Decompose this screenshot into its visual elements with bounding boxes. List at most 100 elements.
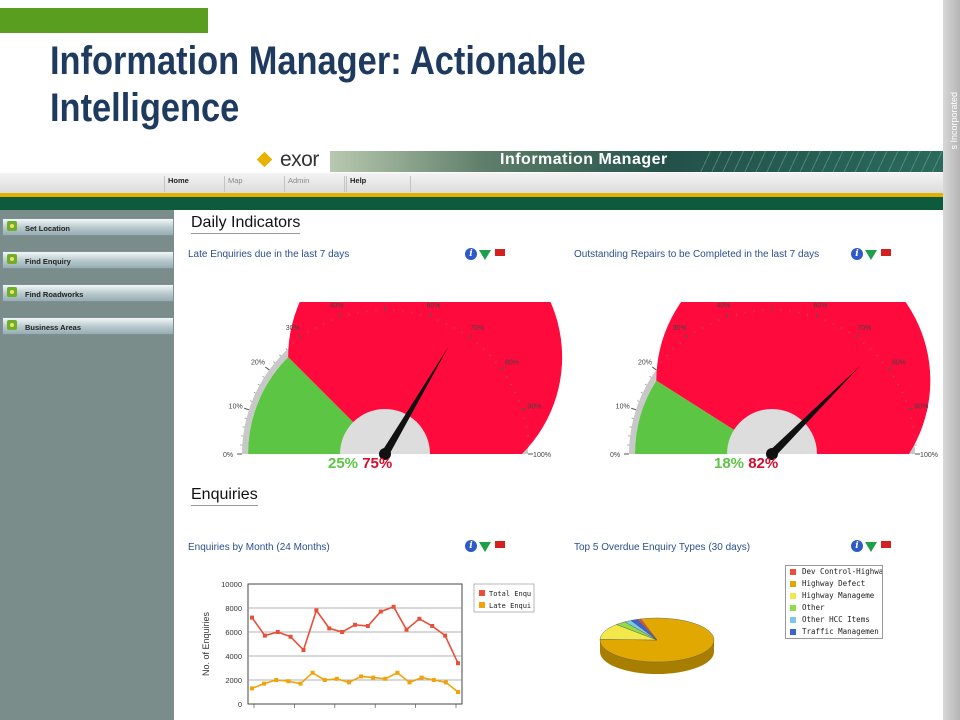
gauge-2-red-pct: 82%	[748, 455, 779, 472]
section-title-enquiries: Enquiries	[191, 486, 258, 506]
info-icon[interactable]: i	[465, 248, 477, 260]
gauge-minor-tick	[250, 400, 253, 402]
data-point	[274, 678, 279, 682]
header-divider	[0, 197, 943, 210]
legend-item: Other HCC Items	[786, 614, 882, 626]
gauge-1-title: Late Enquiries due in the last 7 days	[188, 249, 350, 260]
banner-pattern	[700, 151, 943, 172]
line-chart-legend: Total Enqu Late Enqui	[473, 583, 535, 613]
data-point	[262, 681, 267, 686]
gauge-minor-tick	[644, 383, 647, 386]
data-point	[443, 633, 448, 638]
gauge-tick-label: 60%	[427, 303, 441, 310]
gauge-tick-label: 30%	[673, 325, 687, 332]
sidebar-item-label: Find Roadworks	[25, 290, 84, 299]
sidebar-item-label: Set Location	[25, 224, 71, 233]
gauge-minor-tick	[649, 376, 652, 378]
pie-legend: Dev Control-Highwa Highway Defect Highway …	[785, 565, 883, 639]
sidebar-item-find-enquiry[interactable]: Find Enquiry	[2, 251, 174, 269]
app-banner: exor Information Manager	[0, 148, 943, 173]
gauge-tick-label: 40%	[329, 303, 343, 310]
sidebar: Set Location Find Enquiry Find Roadworks…	[0, 210, 174, 720]
sidebar-item-label: Find Enquiry	[25, 257, 71, 266]
folder-icon	[7, 287, 17, 297]
legend-swatch	[790, 605, 796, 611]
gauge-minor-tick	[273, 361, 276, 364]
folder-icon	[7, 254, 17, 264]
data-point	[353, 622, 357, 627]
info-icon[interactable]: i	[851, 248, 863, 260]
gauge-2-green-pct: 18%	[714, 455, 745, 472]
data-point	[359, 674, 364, 679]
data-point	[298, 681, 303, 686]
flag-icon[interactable]	[881, 541, 891, 548]
y-tick-label: 2000	[225, 676, 242, 685]
sidebar-item-set-location[interactable]: Set Location	[2, 218, 174, 236]
gauge-1-green-pct: 25%	[328, 455, 359, 472]
gauge-tick-label: 90%	[914, 403, 928, 410]
data-point	[443, 680, 448, 685]
y-tick-label: 4000	[225, 652, 242, 661]
gauge-tick-label: 100%	[533, 452, 551, 459]
legend-item: Traffic Managemen	[786, 626, 882, 638]
gauge-tick-label: 10%	[229, 403, 243, 410]
data-point	[365, 624, 370, 628]
gauge-tick	[651, 366, 657, 371]
gauge-tick-label: 0%	[610, 452, 620, 459]
enquiries-by-month-chart: 0 2000 4000 6000 8000 10000 No. of Enquiries To…	[201, 580, 535, 709]
sidebar-item-find-roadworks[interactable]: Find Roadworks	[2, 284, 174, 302]
data-point	[288, 634, 293, 639]
legend-label: Highway Manageme	[802, 591, 875, 600]
gauge-outstanding-repairs: 0%10%20%30%40%50%60%70%80%90%100%	[610, 302, 938, 460]
data-point	[407, 680, 412, 685]
slide-accent-bar	[0, 8, 208, 33]
gauge-minor-tick	[640, 391, 643, 394]
slide-side-strip: s Incorporated	[943, 0, 960, 720]
nav-admin[interactable]: Admin	[284, 176, 345, 192]
gauge-tick-label: 70%	[857, 325, 871, 332]
sidebar-item-business-areas[interactable]: Business Areas	[2, 317, 174, 335]
exor-logo-icon	[256, 151, 273, 168]
gauge-1-red-pct: 75%	[362, 455, 393, 472]
nav-home[interactable]: Home	[164, 176, 225, 192]
folder-icon	[7, 221, 17, 231]
data-point	[310, 670, 315, 675]
data-point	[430, 624, 435, 628]
data-point	[378, 609, 383, 614]
pie-chart-title: Top 5 Overdue Enquiry Types (30 days)	[574, 542, 751, 553]
y-tick-label: 8000	[225, 604, 242, 613]
gauge-tick	[264, 366, 270, 371]
nav-help[interactable]: Help	[346, 176, 411, 192]
legend-swatch	[790, 593, 796, 599]
flag-icon[interactable]	[881, 249, 891, 256]
slide-side-text: s Incorporated	[949, 92, 959, 150]
legend-swatch	[790, 569, 796, 575]
nav-map[interactable]: Map	[224, 176, 285, 192]
drill-down-icon[interactable]	[865, 542, 877, 552]
flag-icon[interactable]	[495, 249, 505, 256]
data-point	[456, 690, 460, 694]
top-nav: Home Map Admin Help	[0, 173, 943, 197]
gauge-tick-label: 90%	[527, 403, 541, 410]
data-point	[346, 680, 351, 685]
data-point	[419, 675, 424, 680]
gauge-tick	[244, 407, 250, 411]
gauge-tick-label: 80%	[505, 360, 519, 367]
data-point	[383, 676, 388, 681]
legend-label: Other HCC Items	[802, 615, 870, 624]
gauge-tick-label: 20%	[251, 360, 265, 367]
drill-down-icon[interactable]	[865, 250, 877, 260]
data-point	[275, 630, 280, 634]
gauge-tick-label: 100%	[920, 452, 938, 459]
drill-down-icon[interactable]	[479, 250, 491, 260]
folder-icon	[7, 320, 17, 330]
info-icon[interactable]: i	[851, 540, 863, 552]
gauge-minor-tick	[262, 376, 265, 378]
app-window: exor Information Manager Home Map Admin …	[0, 148, 943, 720]
slide-title: Information Manager: Actionable Intellig…	[50, 39, 586, 130]
gauge-minor-tick	[279, 354, 281, 357]
info-icon[interactable]: i	[465, 540, 477, 552]
app-title: Information Manager	[500, 151, 668, 168]
flag-icon[interactable]	[495, 541, 505, 548]
drill-down-icon[interactable]	[479, 542, 491, 552]
